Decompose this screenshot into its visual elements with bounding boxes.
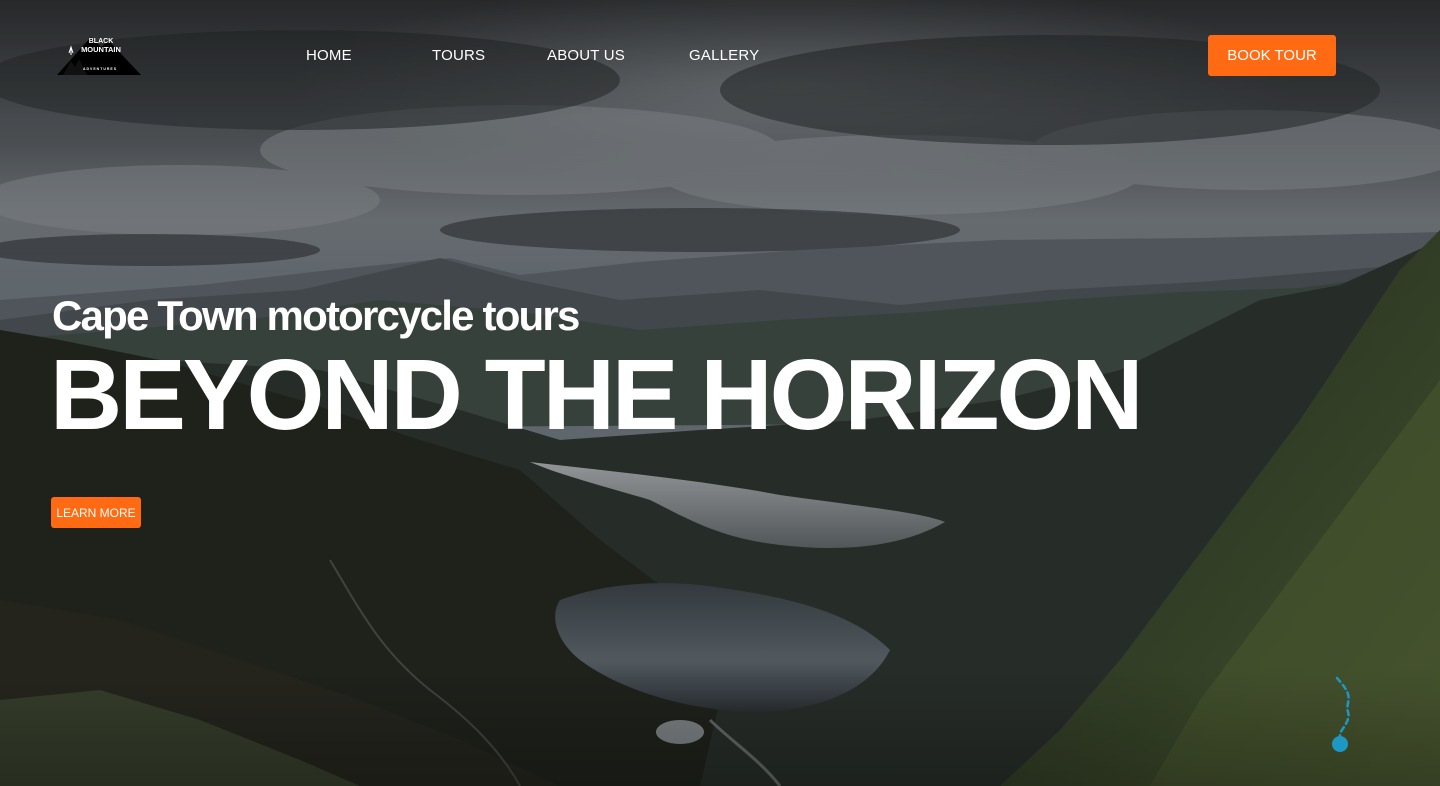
top-navigation: BLACK MOUNTAIN ADVENTURES HOME TOURS ABO…	[0, 0, 1440, 110]
logo-text-black: BLACK	[88, 38, 114, 45]
brand-logo[interactable]: BLACK MOUNTAIN ADVENTURES	[57, 33, 141, 77]
nav-item-about-us[interactable]: ABOUT US	[547, 46, 625, 66]
nav-item-tours[interactable]: TOURS	[432, 46, 485, 66]
logo-text-adventures: ADVENTURES	[82, 67, 118, 71]
hero-subtitle: Cape Town motorcycle tours	[52, 292, 580, 339]
hero-headline: BEYOND THE HORIZON	[50, 339, 1143, 451]
book-tour-button[interactable]: BOOK TOUR	[1208, 35, 1336, 76]
nav-item-home[interactable]: HOME	[306, 46, 352, 66]
logo-text-mountain: MOUNTAIN	[81, 45, 121, 54]
learn-more-button[interactable]: LEARN MORE	[51, 497, 141, 528]
nav-item-gallery[interactable]: GALLERY	[689, 46, 759, 66]
hero-section: BLACK MOUNTAIN ADVENTURES HOME TOURS ABO…	[0, 0, 1440, 786]
route-marker-icon[interactable]	[1326, 676, 1360, 754]
